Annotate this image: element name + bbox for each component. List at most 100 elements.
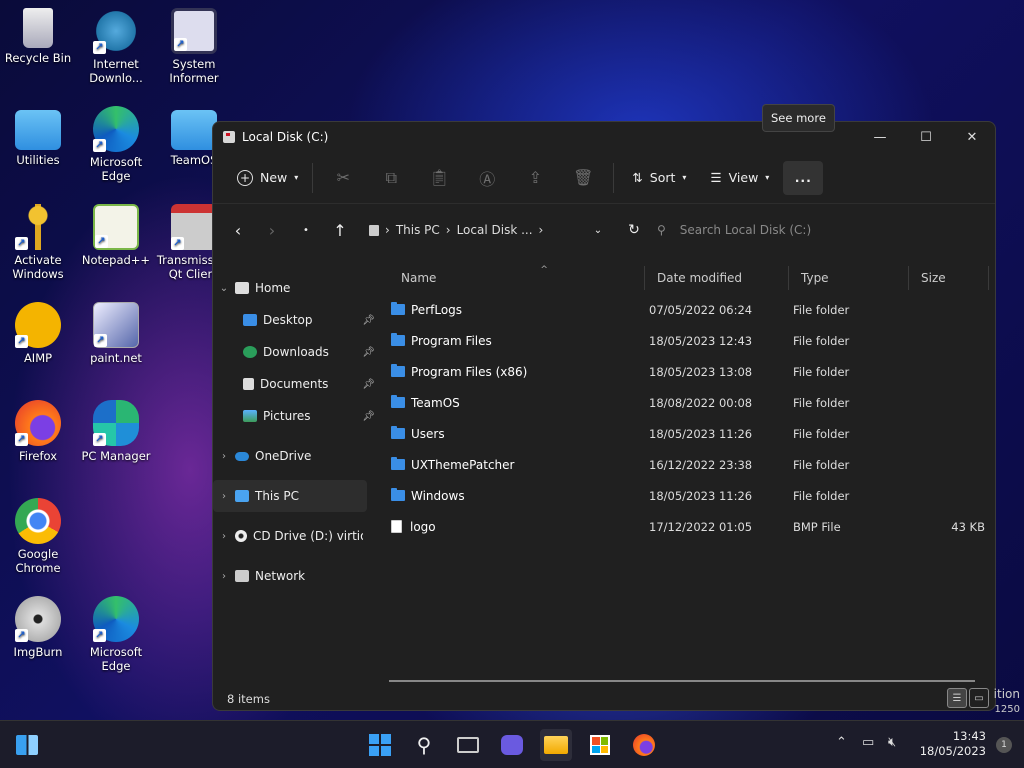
sidebar-item-this-pc[interactable]: › This PC	[213, 480, 367, 512]
desktop-icon-label: Firefox	[18, 449, 58, 463]
sort-button[interactable]: ⇅ Sort ▾	[624, 161, 694, 195]
breadcrumb-item[interactable]: This PC	[396, 223, 440, 237]
home-icon	[235, 282, 249, 294]
sidebar-item-pictures[interactable]: Pictures 📌︎	[213, 400, 379, 432]
chevron-up-icon[interactable]: ⌃	[836, 735, 847, 750]
network-tray-icon[interactable]: ▭	[862, 735, 874, 750]
desktop-icon-microsoft-edge-2[interactable]: ↗ Microsoft Edge	[78, 596, 154, 673]
pin-icon[interactable]: 📌︎	[362, 379, 375, 390]
sidebar-item-onedrive[interactable]: › OneDrive	[213, 440, 379, 472]
search-icon[interactable]: ⚲	[408, 729, 440, 761]
desktop-icon-google-chrome[interactable]: Google Chrome	[0, 498, 76, 575]
column-header-date[interactable]: Date modified	[645, 266, 789, 290]
firefox-icon[interactable]	[628, 729, 660, 761]
start-icon[interactable]	[364, 729, 396, 761]
desktop-icon-label: Recycle Bin	[4, 51, 72, 65]
shortcut-arrow-icon: ↗	[93, 41, 106, 54]
chat-icon[interactable]	[496, 729, 528, 761]
horizontal-scrollbar[interactable]	[389, 680, 975, 682]
sidebar-item-desktop[interactable]: Desktop 📌︎	[213, 304, 379, 336]
volume-muted-icon[interactable]: 🔇︎	[888, 735, 896, 750]
paint-net-icon: ↗	[93, 302, 139, 348]
see-more-button[interactable]: ...	[783, 160, 824, 195]
date-modified-cell: 18/05/2023 11:26	[649, 426, 753, 441]
table-row[interactable]: TeamOS 18/08/2022 00:08 File folder	[389, 387, 995, 418]
file-explorer-icon[interactable]	[540, 729, 572, 761]
column-header-type[interactable]: Type	[789, 266, 909, 290]
column-header-label: Date modified	[657, 271, 743, 285]
pin-icon[interactable]: 📌︎	[362, 411, 375, 422]
minimize-button[interactable]: —	[857, 122, 903, 152]
shortcut-arrow-icon: ↗	[15, 237, 28, 250]
desktop-icon-label: PC Manager	[81, 449, 151, 463]
desktop-icon-system-informer[interactable]: ↗ System Informer	[156, 8, 232, 85]
view-button[interactable]: ☰ View ▾	[702, 161, 777, 195]
sidebar-item-downloads[interactable]: Downloads 📌︎	[213, 336, 379, 368]
breadcrumb[interactable]: › This PC › Local Disk ... ›	[369, 223, 589, 237]
table-row[interactable]: Windows 18/05/2023 11:26 File folder	[389, 480, 995, 511]
this-pc-icon	[235, 490, 249, 502]
notification-badge[interactable]: 1	[996, 737, 1012, 753]
sidebar-item-documents[interactable]: Documents 📌︎	[213, 368, 379, 400]
new-button[interactable]: + New ▾	[229, 161, 306, 195]
system-informer-icon: ↗	[171, 8, 217, 54]
table-row[interactable]: Users 18/05/2023 11:26 File folder	[389, 418, 995, 449]
table-row[interactable]: logo 17/12/2022 01:05 BMP File 43 KB	[389, 511, 995, 542]
tiles-view-icon[interactable]: ▭	[969, 688, 989, 708]
window-controls: — ☐ ✕	[857, 122, 995, 152]
desktop-icon-aimp[interactable]: ↗ AIMP	[0, 302, 76, 365]
desktop-icon-recycle-bin[interactable]: Recycle Bin	[0, 8, 76, 65]
microsoft-store-icon[interactable]	[584, 729, 616, 761]
desktop-icon-pc-manager[interactable]: ↗ PC Manager	[78, 400, 154, 463]
widgets-icon[interactable]	[12, 729, 42, 761]
file-name-cell: Windows	[389, 488, 649, 503]
pin-icon[interactable]: 📌︎	[362, 315, 375, 326]
task-view-icon[interactable]	[452, 729, 484, 761]
desktop-icon-label: Utilities	[16, 153, 60, 167]
table-row[interactable]: UXThemePatcher 16/12/2022 23:38 File folde…	[389, 449, 995, 480]
folder-icon	[391, 364, 405, 377]
file-rows: PerfLogs 07/05/2022 06:24 File folder Progr…	[389, 294, 995, 542]
desktop-icon-firefox[interactable]: ↗ Firefox	[0, 400, 76, 463]
desktop-icon-imgburn[interactable]: ↗ ImgBurn	[0, 596, 76, 659]
title-bar[interactable]: Local Disk (C:) — ☐ ✕	[213, 122, 995, 152]
breadcrumb-item[interactable]: Local Disk ...	[457, 223, 533, 237]
table-row[interactable]: Program Files (x86) 18/05/2023 13:08 File …	[389, 356, 995, 387]
cut-icon[interactable]: ✂	[319, 161, 367, 195]
desktop-icon-internet-download-manager[interactable]: ↗ Internet Downlo...	[78, 8, 154, 85]
edge-icon: ↗	[93, 106, 139, 152]
share-icon[interactable]: ⇪	[511, 161, 559, 195]
desktop-icon-utilities[interactable]: Utilities	[0, 106, 76, 167]
address-dropdown-icon[interactable]: ⌄	[581, 225, 615, 236]
column-header-name[interactable]: Name ^	[389, 265, 645, 290]
paste-icon[interactable]: 📋︎	[415, 161, 463, 195]
maximize-button[interactable]: ☐	[903, 122, 949, 152]
pin-icon[interactable]: 📌︎	[362, 347, 375, 358]
desktop-icon-microsoft-edge[interactable]: ↗ Microsoft Edge	[78, 106, 154, 183]
rename-icon[interactable]: Ⓐ	[463, 161, 511, 195]
taskbar: ⚲ ⌃ ▭ 🔇︎ 13:43 18/05/2023 1	[0, 720, 1024, 768]
details-view-icon[interactable]: ☰	[947, 688, 967, 708]
sidebar-item-home[interactable]: ⌄ Home	[213, 272, 379, 304]
recent-locations-icon[interactable]: •	[289, 225, 323, 236]
column-header-size[interactable]: Size	[909, 266, 989, 290]
sidebar-item-network[interactable]: › Network	[213, 560, 379, 592]
back-arrow-icon[interactable]: ‹	[221, 221, 255, 240]
up-arrow-icon[interactable]: ↑	[323, 221, 357, 240]
clock[interactable]: 13:43 18/05/2023	[920, 729, 986, 759]
desktop-icon-activate-windows[interactable]: ↗ Activate Windows	[0, 204, 76, 281]
close-button[interactable]: ✕	[949, 122, 995, 152]
folder-icon	[391, 333, 405, 346]
table-row[interactable]: PerfLogs 07/05/2022 06:24 File folder	[389, 294, 995, 325]
desktop-icon-paint-net[interactable]: ↗ paint.net	[78, 302, 154, 365]
sidebar-item-cd-drive[interactable]: › CD Drive (D:) virtio-v	[213, 520, 379, 552]
search-input[interactable]: ⚲ Search Local Disk (C:)	[641, 214, 983, 246]
date-modified-cell: 17/12/2022 01:05	[649, 519, 753, 534]
documents-icon	[243, 378, 254, 390]
copy-icon[interactable]: ⧉	[367, 161, 415, 195]
table-row[interactable]: Program Files 18/05/2023 12:43 File folder	[389, 325, 995, 356]
forward-arrow-icon[interactable]: ›	[255, 221, 289, 240]
delete-icon[interactable]: 🗑︎	[559, 161, 607, 195]
desktop-icon-notepad-plus-plus[interactable]: ↗ Notepad++	[78, 204, 154, 267]
notepad-plus-plus-icon: ↗	[93, 204, 139, 250]
